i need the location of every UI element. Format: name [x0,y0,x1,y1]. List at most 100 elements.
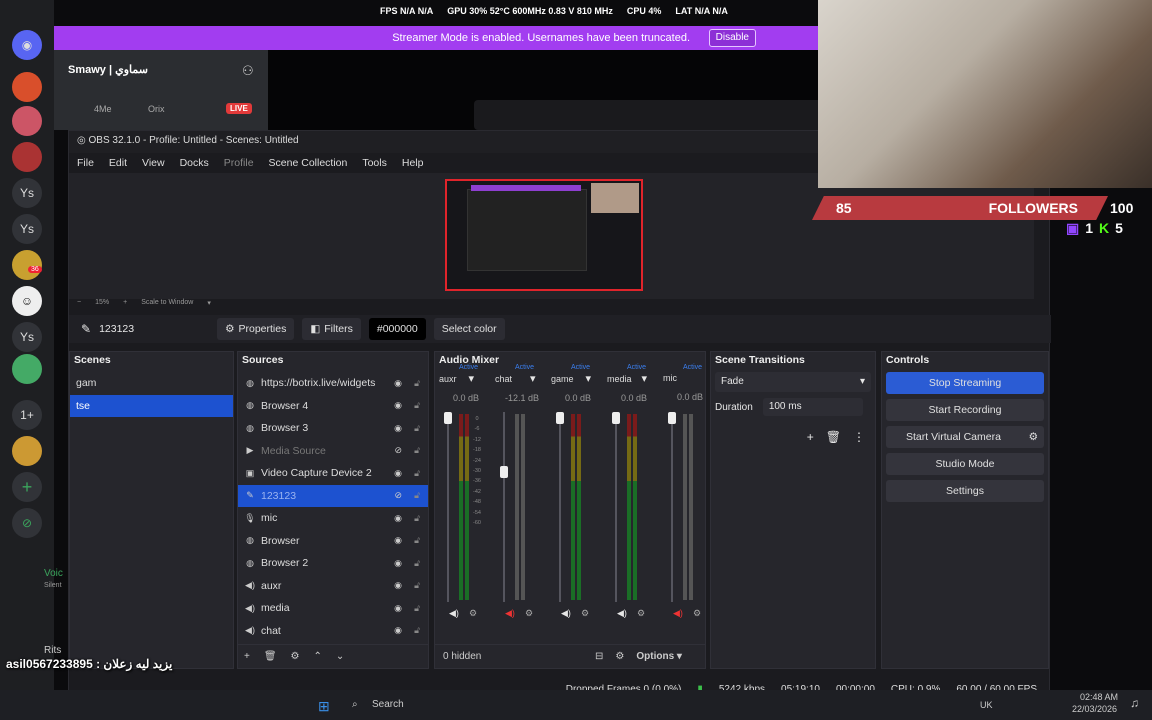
menu-docks[interactable]: Docks [180,157,209,169]
discord-home-icon[interactable]: ◉ [12,30,42,60]
server-icon-7[interactable] [12,436,42,466]
eye-icon[interactable]: ◉ [394,423,402,434]
audio-settings-icon[interactable]: ⚙ [637,608,645,619]
server-icon-5[interactable]: ☺ [12,286,42,316]
zoom-dropdown-icon[interactable]: ▾ [207,299,211,309]
eye-hidden-icon[interactable]: ⊘ [394,445,402,456]
eye-icon[interactable]: ◉ [394,468,402,479]
preview-canvas[interactable] [445,179,643,291]
zoom-out-icon[interactable]: − [77,299,81,309]
lock-icon[interactable]: 🔓︎ [414,468,420,479]
lock-icon[interactable]: 🔓︎ [414,580,420,591]
chevron-down-icon[interactable]: ▾ [642,373,648,385]
muted-speaker-icon[interactable]: ◀) [673,608,683,619]
server-item-plus[interactable]: 1+ [12,400,42,430]
zoom-mode[interactable]: Scale to Window [141,299,193,309]
lock-icon[interactable]: 🔓︎ [414,535,420,546]
lock-icon[interactable]: 🔓︎ [414,423,420,434]
start-virtual-camera-button[interactable]: Start Virtual Camera ⚙ [886,426,1044,448]
filters-button[interactable]: ◧ Filters [302,318,361,340]
fader-knob[interactable] [500,466,508,478]
select-color-button[interactable]: Select color [433,318,505,340]
add-member-icon[interactable]: ⚇ [242,63,254,79]
server-icon-4[interactable] [12,250,42,280]
chevron-down-icon[interactable]: ▾ [586,373,592,385]
eye-icon[interactable]: ◉ [394,400,402,411]
scene-item-tse[interactable]: tse [70,394,233,417]
server-item-ys-3[interactable]: Ys [12,322,42,352]
menu-tools[interactable]: Tools [362,157,387,169]
source-item[interactable]: 🎙︎ mic ◉ 🔓︎ [238,507,428,530]
menu-scene-collection[interactable]: Scene Collection [269,157,348,169]
speaker-icon[interactable]: ◀) [449,608,459,619]
scene-item-gam[interactable]: gam [70,372,233,395]
source-item[interactable]: ◍ Browser 4 ◉ 🔓︎ [238,395,428,418]
more-options-icon[interactable]: ⋮ [853,430,865,444]
studio-mode-button[interactable]: Studio Mode [886,453,1044,475]
explore-icon[interactable]: ⊘ [12,508,42,538]
volume-fader[interactable] [671,412,673,602]
server-item-ys-1[interactable]: Ys [12,178,42,208]
keyboard-language[interactable]: UK [980,700,993,710]
audio-settings-icon[interactable]: ⚙ [693,608,701,619]
source-item[interactable]: ◍ Browser ◉ 🔓︎ [238,530,428,553]
windows-start-icon[interactable]: ⊞ [318,698,330,715]
volume-fader[interactable] [615,412,617,602]
properties-button[interactable]: ⚙ Properties [217,318,295,340]
speaker-icon[interactable]: ◀) [617,608,627,619]
clock-date[interactable]: 22/03/2026 [1072,704,1117,714]
volume-fader[interactable] [503,412,505,602]
source-properties-icon[interactable]: ⚙ [291,651,300,662]
lock-icon[interactable]: 🔓︎ [414,558,420,569]
clock-time[interactable]: 02:48 AM [1080,692,1118,702]
taskbar-search[interactable]: Search [372,699,404,710]
add-server-icon[interactable]: + [12,472,42,502]
menu-profile[interactable]: Profile [224,157,254,169]
volume-fader[interactable] [447,412,449,602]
fader-knob[interactable] [612,412,620,424]
source-item[interactable]: ▣ Video Capture Device 2 ◉ 🔓︎ [238,462,428,485]
source-item[interactable]: ◍ Browser 3 ◉ 🔓︎ [238,417,428,440]
source-item[interactable]: ◍ Browser 2 ◉ 🔓︎ [238,552,428,575]
mixer-layout-icon[interactable]: ⊟ [595,651,603,662]
notification-bell-icon[interactable]: ♫ [1130,696,1139,710]
eye-icon[interactable]: ◉ [394,625,402,636]
eye-icon[interactable]: ◉ [394,378,402,389]
server-icon-2[interactable] [12,106,42,136]
eye-hidden-icon[interactable]: ⊘ [394,490,402,501]
fader-knob[interactable] [668,412,676,424]
lock-icon[interactable]: 🔓︎ [414,625,420,636]
server-icon-3[interactable] [12,142,42,172]
menu-edit[interactable]: Edit [109,157,127,169]
lock-icon[interactable]: 🔓︎ [414,513,420,524]
eye-icon[interactable]: ◉ [394,535,402,546]
eye-icon[interactable]: ◉ [394,513,402,524]
audio-settings-icon[interactable]: ⚙ [469,608,477,619]
menu-file[interactable]: File [77,157,94,169]
search-icon[interactable]: ⌕ [352,699,358,710]
muted-speaker-icon[interactable]: ◀) [505,608,515,619]
mixer-settings-icon[interactable]: ⚙ [615,651,624,662]
chevron-down-icon[interactable]: ▾ [469,373,475,385]
disable-streamer-mode-button[interactable]: Disable [708,29,756,47]
move-up-icon[interactable]: ⌃ [314,651,322,662]
lock-icon[interactable]: 🔓︎ [414,445,420,456]
gear-icon[interactable]: ⚙ [1029,431,1038,443]
lock-icon[interactable]: 🔓︎ [414,378,420,389]
server-icon-6[interactable] [12,354,42,384]
trash-icon[interactable]: 🗑︎ [264,651,277,662]
options-button[interactable]: Options ▾ [636,651,682,662]
server-icon-1[interactable] [12,72,42,102]
server-item-ys-2[interactable]: Ys [12,214,42,244]
lock-icon[interactable]: 🔓︎ [414,400,420,411]
chevron-down-icon[interactable]: ▾ [530,373,536,385]
start-recording-button[interactable]: Start Recording [886,399,1044,421]
add-source-icon[interactable]: + [244,651,250,662]
lock-icon[interactable]: 🔓︎ [414,490,420,501]
eye-icon[interactable]: ◉ [394,580,402,591]
eye-icon[interactable]: ◉ [394,558,402,569]
fader-knob[interactable] [444,412,452,424]
move-down-icon[interactable]: ⌄ [336,651,344,662]
settings-button[interactable]: Settings [886,480,1044,502]
fader-knob[interactable] [556,412,564,424]
